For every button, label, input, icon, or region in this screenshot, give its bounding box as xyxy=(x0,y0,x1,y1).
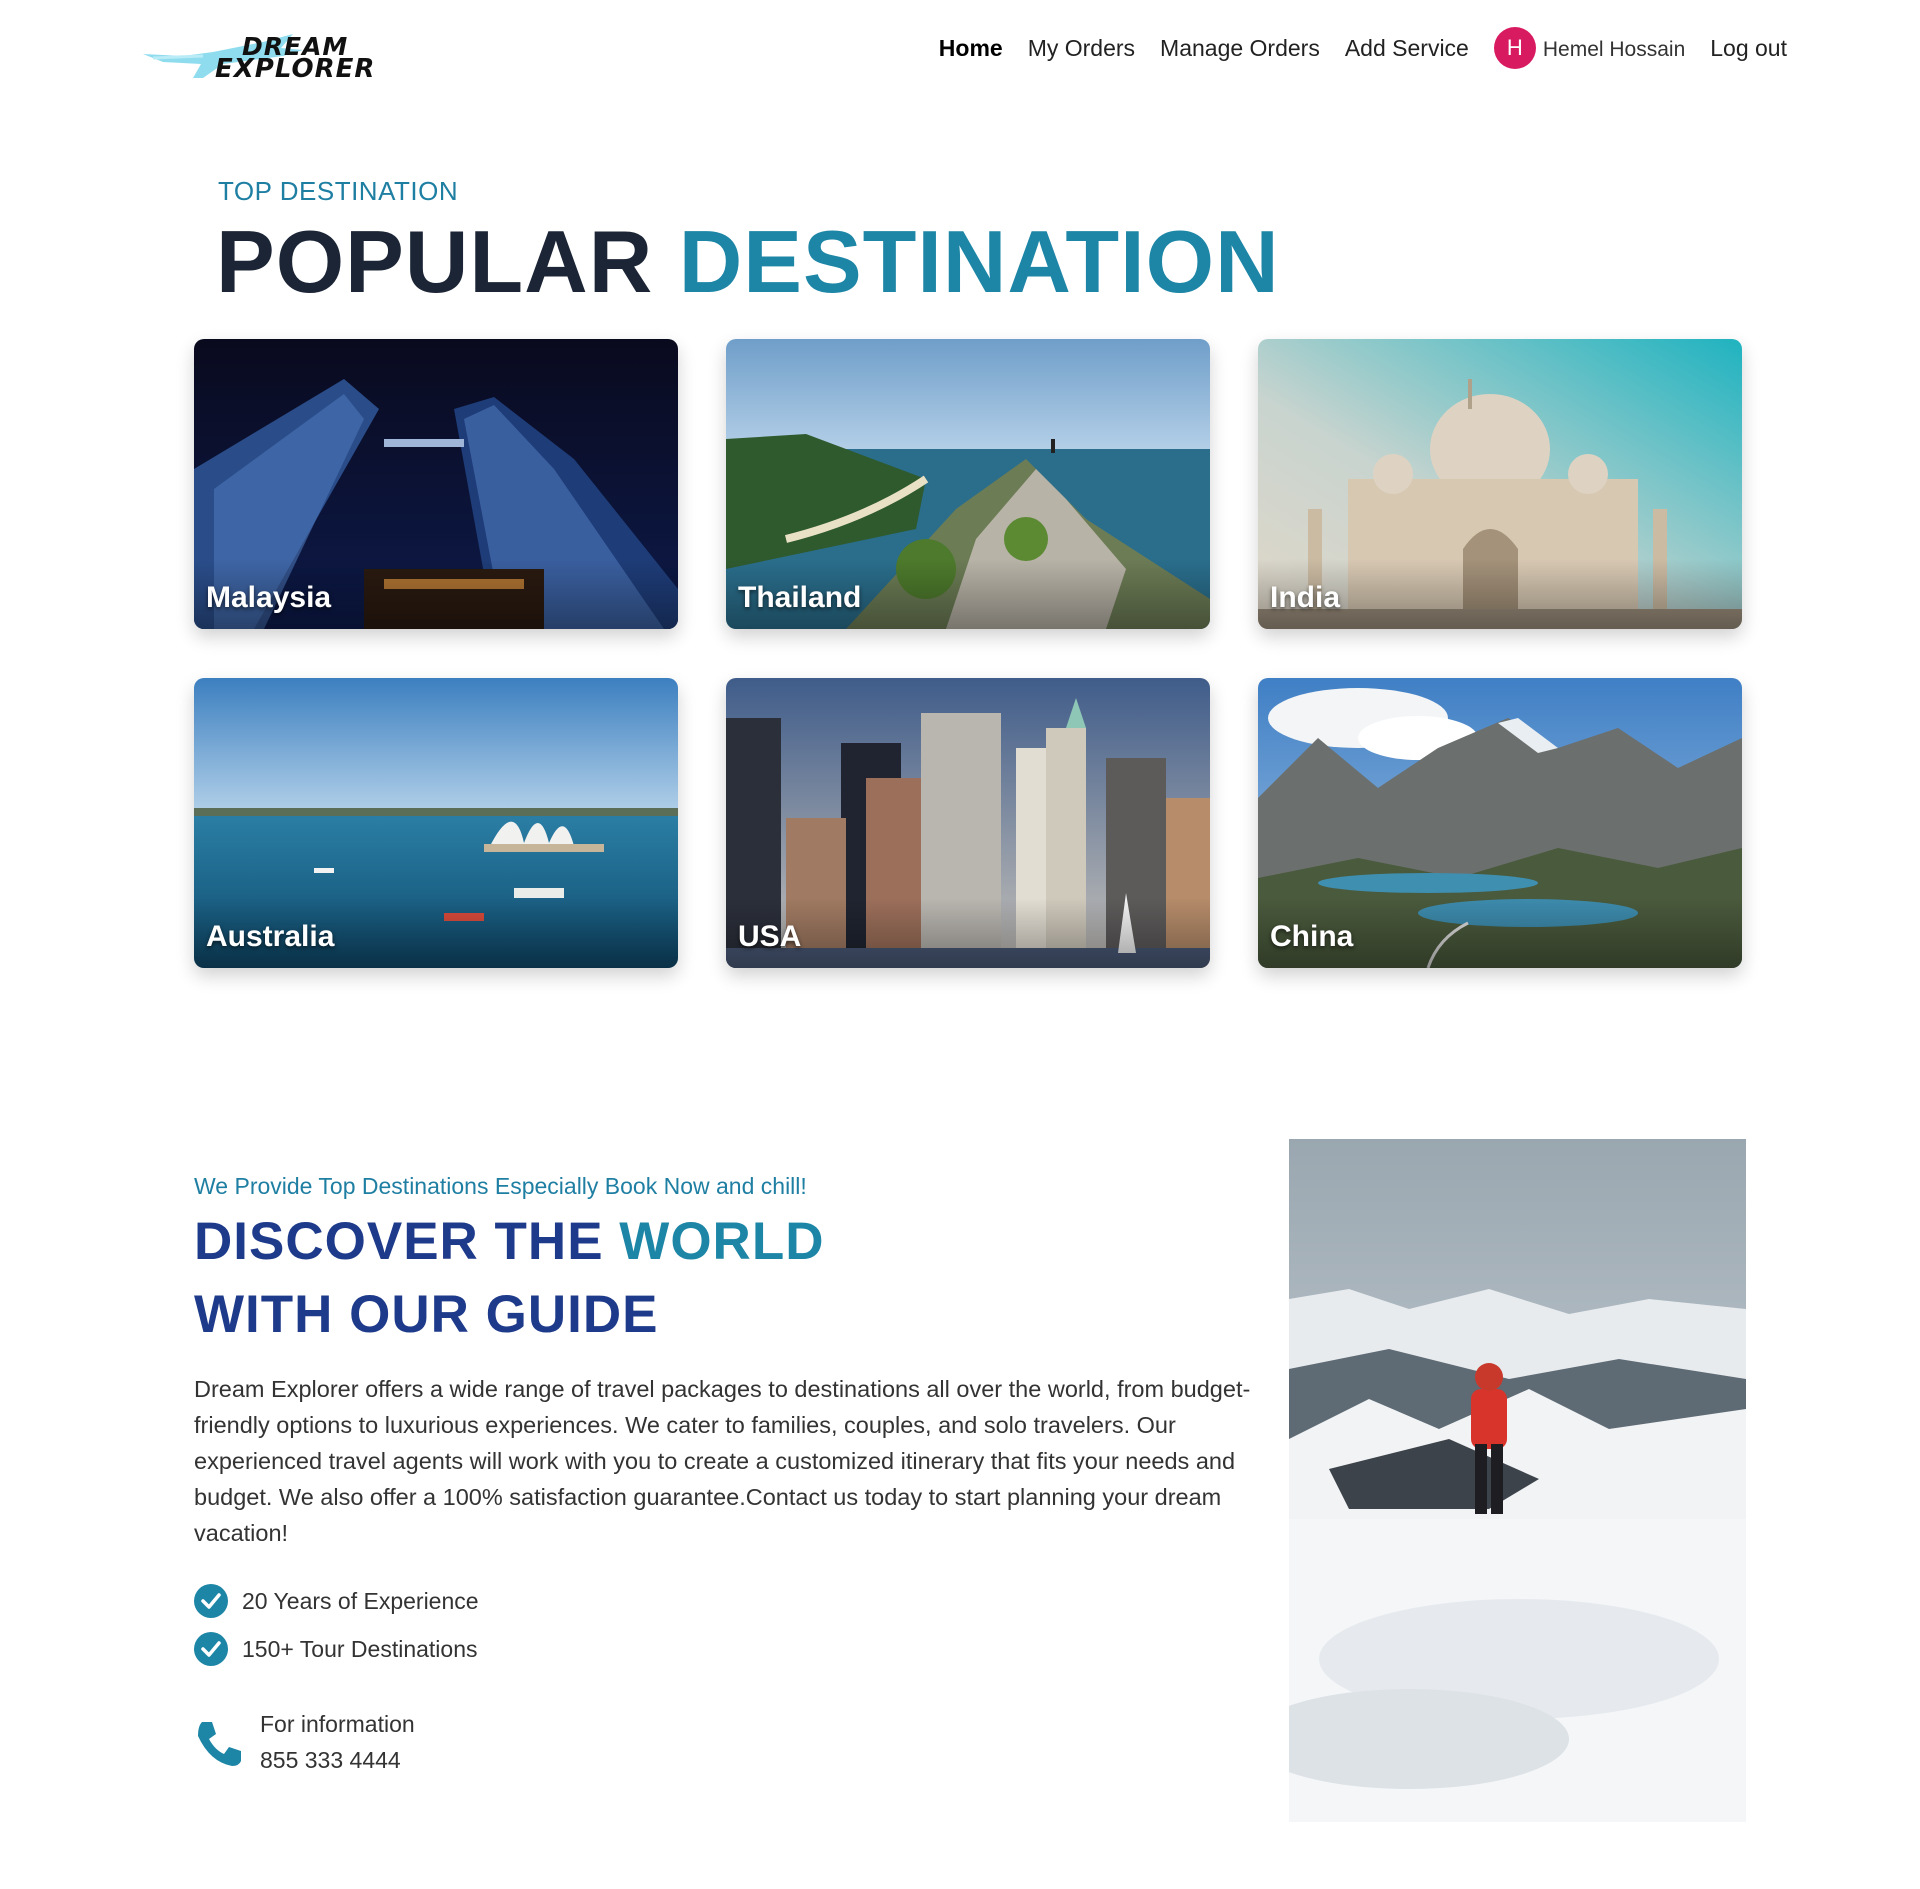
brand-name: DREAM EXPLORER xyxy=(215,34,376,84)
logout-link[interactable]: Log out xyxy=(1710,35,1787,62)
destination-label: China xyxy=(1270,920,1354,953)
user-name: Hemel Hossain xyxy=(1542,38,1686,61)
destination-label: India xyxy=(1270,581,1341,614)
brand-line2: EXPLORER xyxy=(215,54,376,84)
discover-title-line1-blue: WORLD xyxy=(619,1212,825,1271)
section-subtitle: TOP DESTINATION xyxy=(218,176,459,206)
destination-card-malaysia[interactable]: Malaysia xyxy=(194,339,678,629)
destination-card-india[interactable]: India xyxy=(1258,339,1742,629)
discover-title: DISCOVER THE WORLD WITH OUR GUIDE xyxy=(194,1205,824,1351)
info-label: For information xyxy=(260,1711,415,1737)
nav-menu: Home My Orders Manage Orders Add Service… xyxy=(939,27,1787,69)
brand-logo[interactable]: DREAM EXPLORER xyxy=(143,20,393,90)
nav-manage-orders-link[interactable]: Manage Orders xyxy=(1160,35,1320,62)
feature-label: 150+ Tour Destinations xyxy=(242,1635,478,1662)
nav-home-link[interactable]: Home xyxy=(939,35,1003,62)
check-circle-icon xyxy=(194,1632,228,1666)
discover-title-line2: WITH OUR GUIDE xyxy=(194,1285,659,1344)
destination-card-thailand[interactable]: Thailand xyxy=(726,339,1210,629)
phone-number[interactable]: 855 333 4444 xyxy=(260,1747,401,1774)
discover-title-line1-dark: DISCOVER THE xyxy=(194,1212,604,1271)
section-title-dark: POPULAR xyxy=(216,212,654,311)
destination-card-australia[interactable]: Australia xyxy=(194,678,678,968)
feature-label: 20 Years of Experience xyxy=(242,1587,479,1614)
destination-card-china[interactable]: China xyxy=(1258,678,1742,968)
avatar[interactable]: H xyxy=(1493,27,1536,69)
nav-add-service-link[interactable]: Add Service xyxy=(1345,35,1469,62)
destination-card-usa[interactable]: USA xyxy=(726,678,1210,968)
destination-label: Malaysia xyxy=(206,581,332,614)
hiker-image xyxy=(1289,1139,1746,1822)
check-circle-icon xyxy=(194,1584,228,1618)
destination-label: Australia xyxy=(206,920,335,953)
navbar: DREAM EXPLORER Home My Orders Manage Ord… xyxy=(0,0,1920,96)
section-title-blue: DESTINATION xyxy=(678,212,1280,311)
user-profile[interactable]: H Hemel Hossain xyxy=(1493,27,1686,69)
feature-item: 20 Years of Experience xyxy=(194,1584,479,1618)
discover-tagline: We Provide Top Destinations Especially B… xyxy=(194,1173,807,1199)
nav-my-orders-link[interactable]: My Orders xyxy=(1028,35,1135,62)
destination-label: Thailand xyxy=(738,581,862,614)
section-title: POPULAR DESTINATION xyxy=(216,212,1280,312)
feature-item: 150+ Tour Destinations xyxy=(194,1632,477,1666)
destination-label: USA xyxy=(738,920,802,953)
phone-icon xyxy=(194,1718,244,1773)
discover-description: Dream Explorer offers a wide range of tr… xyxy=(194,1376,1251,1546)
